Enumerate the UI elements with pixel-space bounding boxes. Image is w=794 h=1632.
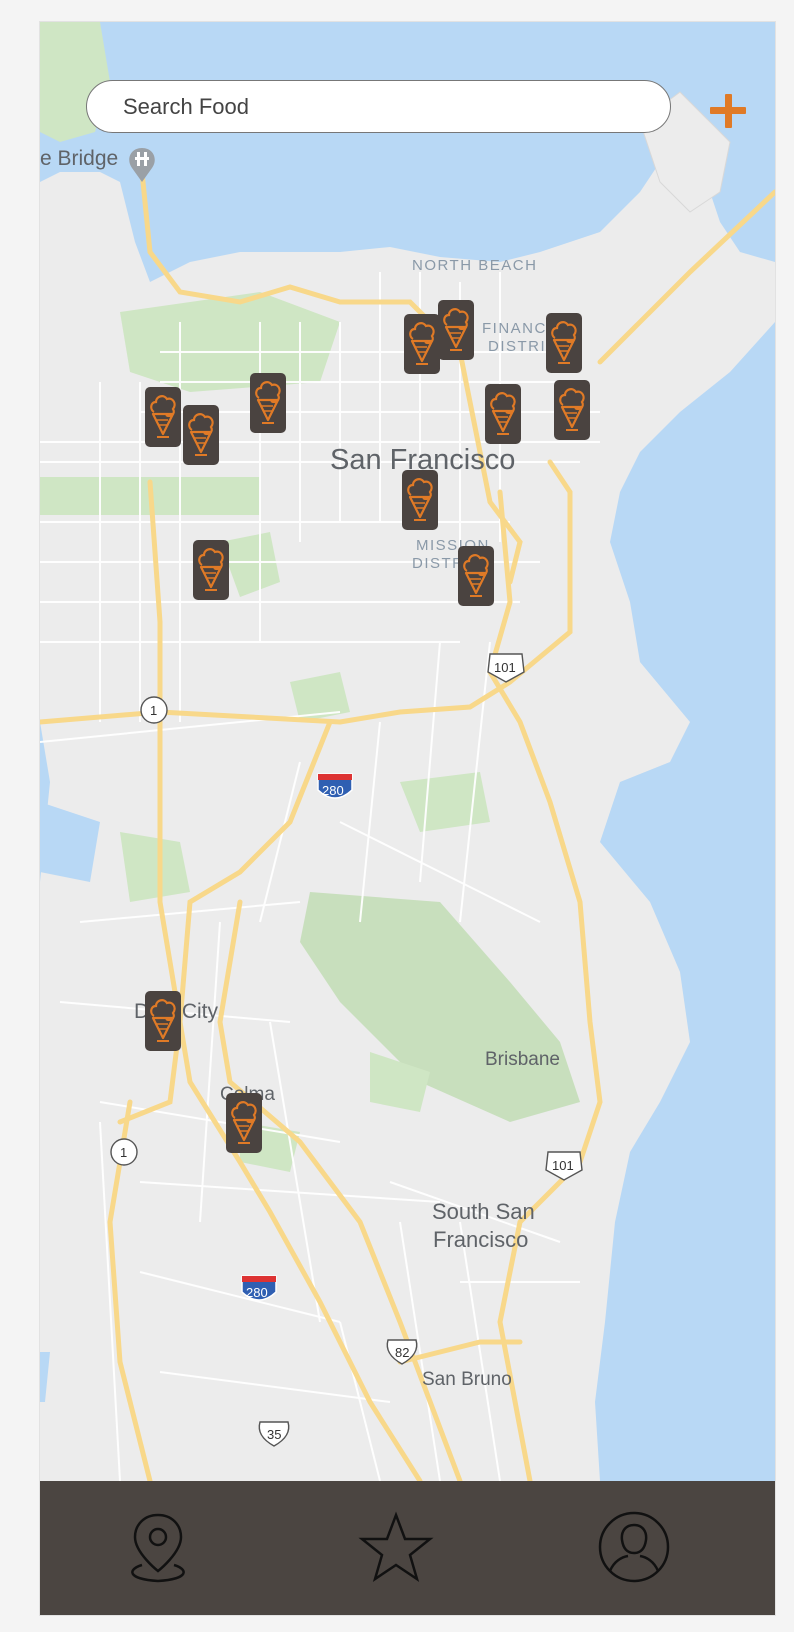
food-pin[interactable] bbox=[193, 540, 229, 600]
ice-cream-icon bbox=[255, 381, 281, 424]
plus-icon[interactable] bbox=[710, 92, 746, 128]
ice-cream-icon bbox=[407, 478, 433, 521]
food-pin[interactable] bbox=[250, 373, 286, 433]
tab-profile[interactable] bbox=[596, 1509, 672, 1585]
route-shield-280-a: 280 bbox=[317, 773, 353, 799]
ice-cream-icon bbox=[559, 388, 585, 431]
map-canvas[interactable]: e Bridge NORTH BEACH FINANCIAL DISTRICT … bbox=[40, 22, 775, 1481]
svg-text:280: 280 bbox=[322, 783, 344, 798]
star-icon bbox=[358, 1511, 434, 1582]
north-beach-label: NORTH BEACH bbox=[412, 257, 537, 274]
user-icon bbox=[598, 1511, 670, 1583]
brisbane-label: Brisbane bbox=[485, 1049, 560, 1070]
food-pin[interactable] bbox=[145, 991, 181, 1051]
food-pin[interactable] bbox=[485, 384, 521, 444]
search-input[interactable] bbox=[86, 80, 671, 133]
food-pin[interactable] bbox=[546, 313, 582, 373]
ice-cream-icon bbox=[150, 395, 176, 438]
tab-map[interactable] bbox=[120, 1509, 196, 1585]
svg-text:1: 1 bbox=[150, 703, 157, 718]
route-shield-1-b: 1 bbox=[110, 1138, 138, 1166]
ice-cream-icon bbox=[150, 999, 176, 1042]
location-pin-icon bbox=[131, 1513, 185, 1583]
food-pin[interactable] bbox=[438, 300, 474, 360]
ice-cream-icon bbox=[409, 322, 435, 365]
food-pin[interactable] bbox=[554, 380, 590, 440]
svg-text:35: 35 bbox=[267, 1427, 281, 1442]
food-pin[interactable] bbox=[226, 1093, 262, 1153]
food-pin[interactable] bbox=[458, 546, 494, 606]
svg-text:1: 1 bbox=[120, 1145, 127, 1160]
food-pin[interactable] bbox=[404, 314, 440, 374]
ice-cream-icon bbox=[198, 548, 224, 591]
bridge-label: e Bridge bbox=[40, 147, 118, 170]
ice-cream-icon bbox=[231, 1101, 257, 1144]
ice-cream-icon bbox=[443, 308, 469, 351]
svg-text:82: 82 bbox=[395, 1345, 409, 1360]
food-pin[interactable] bbox=[402, 470, 438, 530]
ice-cream-icon bbox=[188, 413, 214, 456]
map-view[interactable]: e Bridge NORTH BEACH FINANCIAL DISTRICT … bbox=[40, 22, 775, 1481]
route-shield-1-a: 1 bbox=[140, 696, 168, 724]
app-screen: e Bridge NORTH BEACH FINANCIAL DISTRICT … bbox=[40, 22, 775, 1615]
ice-cream-icon bbox=[463, 554, 489, 597]
ice-cream-icon bbox=[490, 392, 516, 435]
route-shield-280-b: 280 bbox=[241, 1275, 277, 1301]
svg-text:101: 101 bbox=[552, 1158, 574, 1173]
san-bruno-label: San Bruno bbox=[422, 1369, 512, 1390]
food-pin[interactable] bbox=[145, 387, 181, 447]
south-san-francisco-label-2: Francisco bbox=[433, 1227, 528, 1252]
svg-text:280: 280 bbox=[246, 1285, 268, 1300]
south-san-francisco-label: South San bbox=[432, 1199, 535, 1224]
ice-cream-icon bbox=[551, 321, 577, 364]
bottom-tab-bar bbox=[40, 1481, 775, 1615]
food-pin[interactable] bbox=[183, 405, 219, 465]
svg-text:101: 101 bbox=[494, 660, 516, 675]
tab-favorites[interactable] bbox=[358, 1509, 434, 1585]
